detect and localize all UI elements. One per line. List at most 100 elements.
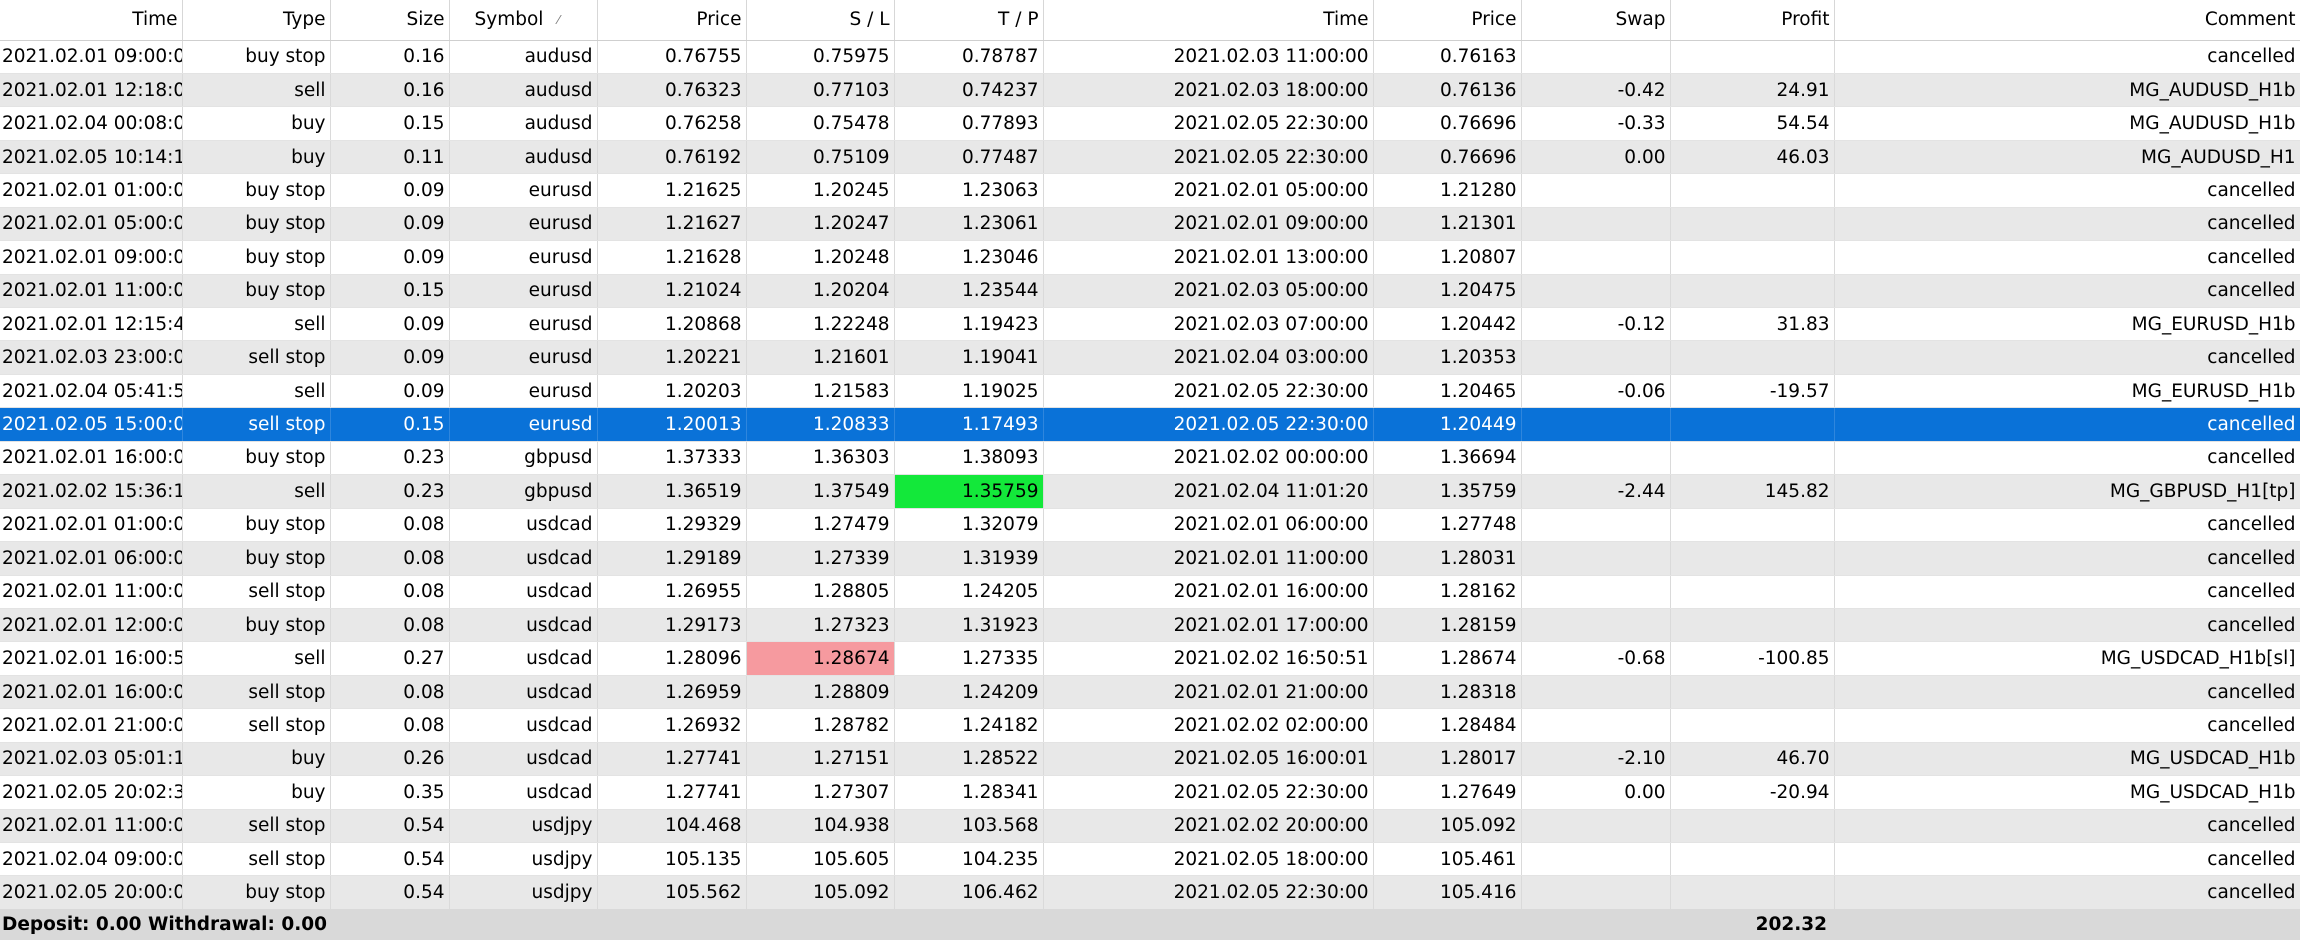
col-header-close-time[interactable]: Time xyxy=(1043,0,1374,41)
cell-profit: 46.70 xyxy=(1670,742,1835,777)
cell-comment: cancelled xyxy=(1834,207,2300,242)
cell-tp: 1.24209 xyxy=(894,675,1044,710)
sort-indicator-icon: ⁄ xyxy=(557,13,560,28)
cell-comment: cancelled xyxy=(1834,842,2300,877)
table-row[interactable]: 2021.02.03 23:00:00 sell stop 0.09 eurusd 1.… xyxy=(0,340,2300,375)
cell-profit xyxy=(1670,708,1835,743)
cell-price: 1.26959 xyxy=(597,675,747,710)
cell-tp: 1.19423 xyxy=(894,307,1044,342)
cell-size: 0.09 xyxy=(330,307,450,342)
table-row[interactable]: 2021.02.01 01:00:00 buy stop 0.09 eurusd 1.2… xyxy=(0,173,2300,208)
cell-open-time: 2021.02.01 01:00:00 xyxy=(0,173,183,208)
table-row[interactable]: 2021.02.01 12:00:00 buy stop 0.08 usdcad 1.2… xyxy=(0,608,2300,643)
table-row[interactable]: 2021.02.05 10:14:17 buy 0.11 audusd 0.76192 0… xyxy=(0,140,2300,175)
col-header-profit[interactable]: Profit xyxy=(1670,0,1835,41)
cell-type: sell xyxy=(182,73,331,108)
col-header-symbol-label: Symbol xyxy=(474,9,544,31)
cell-comment: MG_AUDUSD_H1b xyxy=(1834,106,2300,141)
table-row[interactable]: 2021.02.05 20:00:00 buy stop 0.54 usdjpy 105… xyxy=(0,875,2300,910)
table-row[interactable]: 2021.02.02 15:36:14 sell 0.23 gbpusd 1.36519… xyxy=(0,474,2300,509)
cell-profit: 31.83 xyxy=(1670,307,1835,342)
table-row[interactable]: 2021.02.01 16:00:00 sell stop 0.08 usdcad 1.… xyxy=(0,675,2300,710)
cell-comment: cancelled xyxy=(1834,809,2300,844)
table-row[interactable]: 2021.02.01 12:18:06 sell 0.16 audusd 0.76323… xyxy=(0,73,2300,108)
cell-close-price: 1.21301 xyxy=(1373,207,1522,242)
cell-type: buy stop xyxy=(182,173,331,208)
cell-profit xyxy=(1670,173,1835,208)
table-row[interactable]: 2021.02.03 05:01:13 buy 0.26 usdcad 1.27741 1… xyxy=(0,742,2300,777)
cell-swap xyxy=(1521,708,1671,743)
cell-price: 1.26932 xyxy=(597,708,747,743)
cell-comment: cancelled xyxy=(1834,173,2300,208)
table-row[interactable]: 2021.02.01 21:00:00 sell stop 0.08 usdcad 1.… xyxy=(0,708,2300,743)
cell-price: 1.21627 xyxy=(597,207,747,242)
cell-sl: 1.28782 xyxy=(746,708,895,743)
table-row[interactable]: 2021.02.01 12:15:46 sell 0.09 eurusd 1.20868… xyxy=(0,307,2300,342)
table-row[interactable]: 2021.02.04 00:08:08 buy 0.15 audusd 0.76258 0… xyxy=(0,106,2300,141)
cell-swap xyxy=(1521,809,1671,844)
cell-close-time: 2021.02.04 03:00:00 xyxy=(1043,340,1374,375)
table-row[interactable]: 2021.02.01 11:00:00 sell stop 0.08 usdcad 1.… xyxy=(0,575,2300,609)
cell-swap xyxy=(1521,340,1671,375)
cell-close-time: 2021.02.03 18:00:00 xyxy=(1043,73,1374,108)
cell-comment: MG_USDCAD_H1b xyxy=(1834,742,2300,777)
cell-profit xyxy=(1670,575,1835,609)
table-row[interactable]: 2021.02.01 09:00:00 buy stop 0.16 audusd 0.7… xyxy=(0,40,2300,74)
col-header-type[interactable]: Type xyxy=(182,0,331,41)
col-header-tp[interactable]: T / P xyxy=(894,0,1044,41)
cell-close-price: 105.416 xyxy=(1373,875,1522,910)
col-header-size[interactable]: Size xyxy=(330,0,450,41)
cell-comment: cancelled xyxy=(1834,508,2300,543)
col-header-comment[interactable]: Comment xyxy=(1834,0,2300,41)
total-profit: 202.32 xyxy=(1755,914,1827,935)
table-row[interactable]: 2021.02.04 05:41:54 sell 0.09 eurusd 1.20203… xyxy=(0,374,2300,409)
cell-type: buy xyxy=(182,742,331,777)
table-row[interactable]: 2021.02.01 05:00:00 buy stop 0.09 eurusd 1.2… xyxy=(0,207,2300,242)
cell-tp: 1.31939 xyxy=(894,541,1044,576)
cell-swap: -0.12 xyxy=(1521,307,1671,342)
cell-price: 1.20203 xyxy=(597,374,747,409)
cell-price: 1.29189 xyxy=(597,541,747,576)
table-row[interactable]: 2021.02.01 16:00:00 buy stop 0.23 gbpusd 1.3… xyxy=(0,441,2300,476)
table-row[interactable]: 2021.02.01 11:00:00 sell stop 0.54 usdjpy 10… xyxy=(0,809,2300,844)
col-header-price[interactable]: Price xyxy=(597,0,747,41)
cell-symbol: usdcad xyxy=(449,641,598,676)
table-row[interactable]: 2021.02.04 09:00:00 sell stop 0.54 usdjpy 10… xyxy=(0,842,2300,877)
table-row[interactable]: 2021.02.05 20:02:31 buy 0.35 usdcad 1.27741 1… xyxy=(0,775,2300,810)
table-row[interactable]: 2021.02.01 16:00:50 sell 0.27 usdcad 1.28096… xyxy=(0,641,2300,676)
cell-close-time: 2021.02.05 18:00:00 xyxy=(1043,842,1374,877)
col-header-close-price[interactable]: Price xyxy=(1373,0,1522,41)
cell-profit xyxy=(1670,875,1835,910)
cell-comment: MG_GBPUSD_H1[tp] xyxy=(1834,474,2300,509)
table-row[interactable]: 2021.02.01 11:00:00 buy stop 0.15 eurusd 1.2… xyxy=(0,274,2300,309)
cell-profit: 145.82 xyxy=(1670,474,1835,509)
table-row[interactable]: 2021.02.01 06:00:00 buy stop 0.08 usdcad 1.2… xyxy=(0,541,2300,576)
col-header-time[interactable]: Time xyxy=(0,0,183,41)
cell-comment: MG_USDCAD_H1b xyxy=(1834,775,2300,810)
cell-swap: -2.10 xyxy=(1521,742,1671,777)
balance-summary: Deposit: 0.00 Withdrawal: 0.00 xyxy=(2,914,327,935)
cell-type: sell stop xyxy=(182,708,331,743)
table-row[interactable]: 2021.02.01 01:00:00 buy stop 0.08 usdcad 1.2… xyxy=(0,508,2300,543)
cell-comment: MG_AUDUSD_H1b xyxy=(1834,73,2300,108)
cell-close-time: 2021.02.01 17:00:00 xyxy=(1043,608,1374,643)
cell-profit xyxy=(1670,340,1835,375)
cell-symbol: usdcad xyxy=(449,575,598,609)
cell-sl: 1.28674 xyxy=(746,641,895,676)
cell-swap xyxy=(1521,608,1671,643)
cell-open-time: 2021.02.01 09:00:00 xyxy=(0,240,183,275)
table-row[interactable]: 2021.02.01 09:00:00 buy stop 0.09 eurusd 1.2… xyxy=(0,240,2300,275)
cell-type: sell stop xyxy=(182,575,331,609)
cell-tp: 1.24182 xyxy=(894,708,1044,743)
col-header-symbol[interactable]: Symbol ⁄ xyxy=(449,0,598,41)
cell-type: buy stop xyxy=(182,240,331,275)
table-row[interactable]: 2021.02.05 15:00:00 sell stop 0.15 eurusd 1.… xyxy=(0,407,2300,442)
col-header-swap[interactable]: Swap xyxy=(1521,0,1671,41)
cell-size: 0.16 xyxy=(330,40,450,74)
cell-open-time: 2021.02.03 23:00:00 xyxy=(0,340,183,375)
table-body: 2021.02.01 09:00:00 buy stop 0.16 audusd 0.7… xyxy=(0,40,2300,910)
col-header-sl[interactable]: S / L xyxy=(746,0,895,41)
cell-sl: 1.21601 xyxy=(746,340,895,375)
cell-close-price: 1.20353 xyxy=(1373,340,1522,375)
cell-comment: cancelled xyxy=(1834,240,2300,275)
